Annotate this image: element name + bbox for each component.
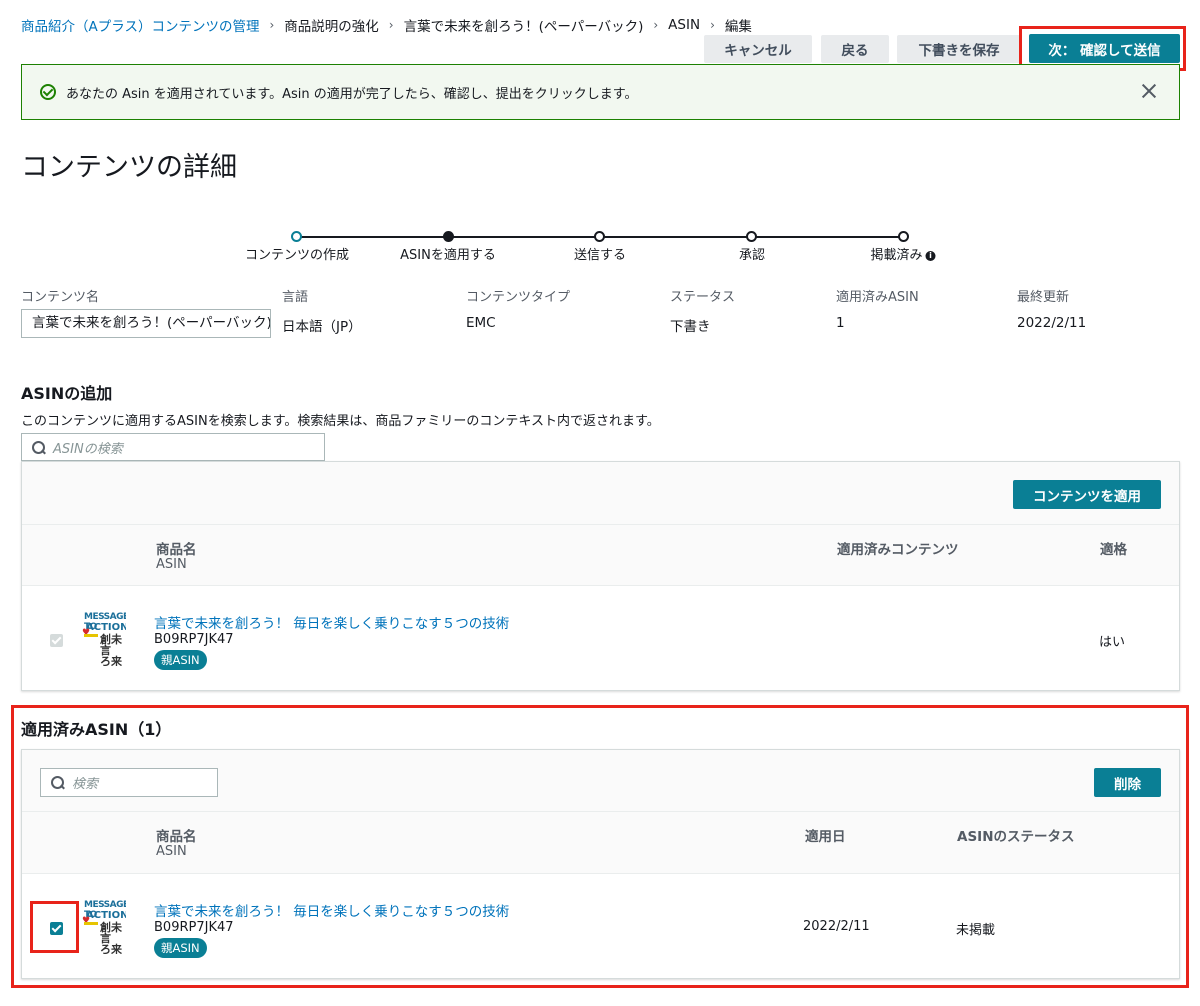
thumbnail-bar (84, 922, 98, 925)
cancel-button[interactable]: キャンセル (704, 35, 812, 63)
page-title: コンテンツの詳細 (21, 152, 237, 183)
check-circle-icon (40, 84, 56, 100)
step-label-published: 掲載済み i (870, 244, 936, 263)
col-applied-date[interactable]: 適用日 (805, 825, 846, 845)
thumbnail-bar (84, 634, 98, 637)
step-label: 送信する (573, 248, 627, 263)
step-dot (291, 231, 302, 242)
product-thumbnail: MESSAGE TO ACTION ♥ 創未言 ろ来葉 うをで (82, 900, 126, 954)
asin-value: B09RP7JK47 (154, 920, 234, 935)
product-link[interactable]: 言葉で未来を創ろう！ 毎日を楽しく乗りこなす５つの技術 (154, 612, 509, 632)
col-product-name[interactable]: 商品名 (156, 825, 197, 845)
search-placeholder: 検索 (72, 777, 99, 792)
search-icon (32, 440, 45, 454)
add-asin-description: このコンテンツに適用するASINを検索します。検索結果は、商品ファミリーのコンテ… (21, 414, 660, 429)
product-thumbnail: MESSAGE TO ACTION ♥ 創未言 ろ来葉 うをで (82, 612, 126, 666)
last-updated-value: 2022/2/11 (1017, 315, 1087, 331)
breadcrumb-item[interactable]: 商品紹介（Aプラス）コンテンツの管理 (21, 15, 259, 35)
breadcrumb: 商品紹介（Aプラス）コンテンツの管理 › 商品説明の強化 › 言葉で未来を創ろう… (21, 15, 752, 35)
chevron-right-icon: › (269, 18, 275, 32)
last-updated-label: 最終更新 (1017, 290, 1070, 305)
content-name-label: コンテンツ名 (21, 290, 100, 305)
flash-message: あなたの Asin を適用されています。Asin の適用が完了したら、確認し、提… (66, 86, 638, 102)
content-type-label: コンテンツタイプ (466, 290, 571, 305)
step-dot (746, 231, 757, 242)
asin-search-results-table: コンテンツを適用 商品名 ASIN 適用済みコンテンツ 適格 MESSAGE T… (21, 461, 1180, 691)
col-asin: ASIN (156, 844, 187, 859)
applied-search-input[interactable]: 検索 (40, 768, 218, 797)
breadcrumb-item[interactable]: 商品説明の強化 (284, 15, 379, 35)
thumbnail-text: 創未言 ろ来葉 うをで (100, 633, 122, 666)
language-value: 日本語（JP） (282, 319, 362, 335)
content-type-value: EMC (466, 315, 496, 331)
chevron-right-icon: › (710, 18, 715, 32)
applied-date-value: 2022/2/11 (803, 919, 870, 934)
success-flashbar: あなたの Asin を適用されています。Asin の適用が完了したら、確認し、提… (21, 64, 1180, 120)
add-asin-title: ASINの追加 (21, 384, 113, 403)
step-label: ASINを適用する (400, 248, 496, 263)
apply-content-button[interactable]: コンテンツを適用 (1013, 480, 1161, 509)
parent-asin-badge: 親ASIN (154, 938, 207, 958)
asin-status-value: 未掲載 (956, 923, 996, 938)
thumbnail-text: ACTION (86, 910, 126, 921)
highlight-row-checkbox (30, 901, 79, 953)
step-dot (898, 231, 909, 242)
applied-asin-table: 検索 削除 商品名 ASIN 適用日 ASINのステータス MESSAGE TO… (21, 749, 1180, 979)
info-icon[interactable]: i (925, 250, 936, 261)
content-name-value: 言葉で未来を創ろう！(ペーパーバック) (32, 315, 271, 331)
breadcrumb-item[interactable]: ASIN (668, 17, 700, 33)
eligible-value: はい (1099, 635, 1126, 650)
back-button[interactable]: 戻る (821, 35, 889, 63)
applied-asin-label: 適用済みASIN (836, 290, 919, 305)
col-asin-status[interactable]: ASINのステータス (957, 825, 1075, 845)
search-icon (51, 776, 64, 789)
step-label: 承認 (738, 248, 766, 263)
close-icon[interactable] (1139, 81, 1159, 101)
divider (22, 811, 1179, 812)
step-label: コンテンツの作成 (244, 248, 350, 263)
content-name-input[interactable]: 言葉で未来を創ろう！(ペーパーバック) (21, 309, 271, 338)
breadcrumb-item[interactable]: 言葉で未来を創ろう！(ペーパーバック) (404, 15, 644, 35)
save-draft-button[interactable]: 下書きを保存 (897, 35, 1021, 63)
divider (22, 524, 1179, 525)
applied-asin-title: 適用済みASIN（1） (21, 720, 172, 739)
status-label: ステータス (670, 290, 736, 305)
chevron-right-icon: › (653, 18, 659, 32)
thumbnail-text: ACTION (86, 622, 126, 633)
delete-button[interactable]: 削除 (1094, 768, 1161, 797)
col-asin: ASIN (156, 557, 187, 572)
product-link[interactable]: 言葉で未来を創ろう！ 毎日を楽しく乗りこなす５つの技術 (154, 900, 509, 920)
asin-value: B09RP7JK47 (154, 632, 234, 647)
asin-search-input[interactable]: ASINの検索 (21, 433, 325, 461)
step-dot (594, 231, 605, 242)
language-label: 言語 (282, 290, 309, 305)
row-checkbox-disabled (50, 634, 63, 647)
breadcrumb-current: 編集 (724, 19, 752, 35)
status-value: 下書き (670, 319, 711, 335)
parent-asin-badge: 親ASIN (154, 650, 207, 670)
chevron-right-icon: › (388, 18, 394, 32)
step-dot-current (443, 231, 454, 242)
applied-asin-count: 1 (836, 315, 845, 331)
col-applied-content[interactable]: 適用済みコンテンツ (837, 538, 959, 558)
step-label: 掲載済み (870, 248, 923, 263)
thumbnail-text: 創未言 ろ来葉 うをで (100, 921, 122, 954)
col-product-name[interactable]: 商品名 (156, 538, 197, 558)
col-eligible[interactable]: 適格 (1100, 538, 1127, 558)
search-placeholder: ASINの検索 (53, 441, 123, 457)
